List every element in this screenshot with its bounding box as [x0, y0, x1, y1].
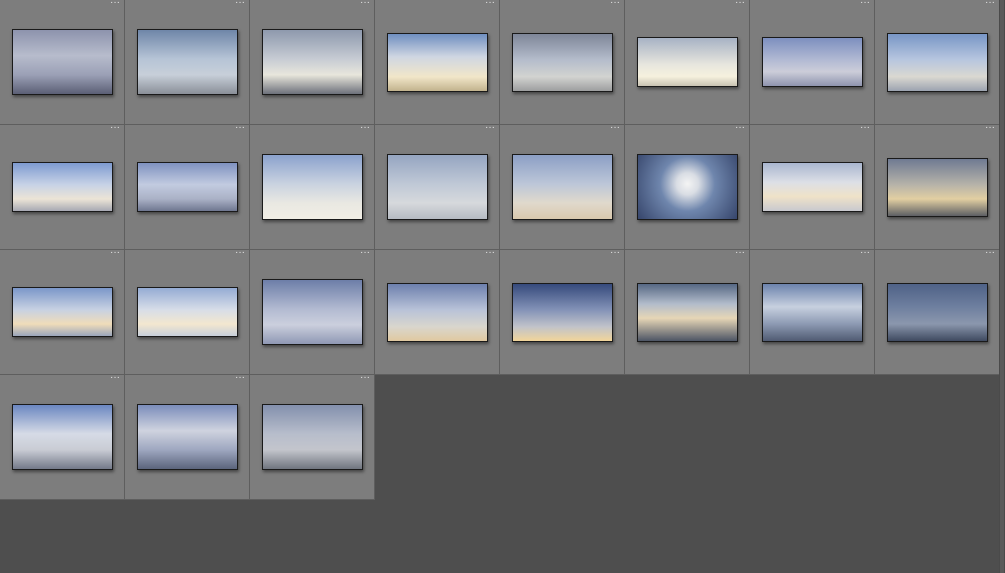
- photo-thumbnail[interactable]: [637, 154, 738, 220]
- grid-cell[interactable]: ···: [250, 123, 375, 250]
- grid-cell[interactable]: ···: [750, 0, 875, 125]
- grid-cell[interactable]: ···: [875, 123, 1000, 250]
- photo-thumbnail[interactable]: [512, 154, 613, 220]
- grid-cell[interactable]: ···: [125, 0, 250, 125]
- more-options-icon[interactable]: ···: [235, 0, 245, 8]
- more-options-icon[interactable]: ···: [610, 123, 620, 133]
- photo-thumbnail[interactable]: [262, 154, 363, 220]
- grid-cell[interactable]: ···: [500, 123, 625, 250]
- photo-thumbnail[interactable]: [137, 404, 238, 470]
- grid-cell[interactable]: ···: [375, 248, 500, 375]
- more-options-icon[interactable]: ···: [735, 123, 745, 133]
- vertical-scrollbar[interactable]: [999, 0, 1005, 573]
- photo-thumbnail[interactable]: [12, 404, 113, 470]
- photo-thumbnail[interactable]: [387, 283, 488, 342]
- photo-thumbnail[interactable]: [512, 33, 613, 92]
- grid-cell[interactable]: ···: [250, 373, 375, 500]
- more-options-icon[interactable]: ···: [610, 248, 620, 258]
- grid-cell[interactable]: ···: [375, 0, 500, 125]
- grid-cell[interactable]: ···: [0, 0, 125, 125]
- more-options-icon[interactable]: ···: [860, 123, 870, 133]
- photo-thumbnail[interactable]: [762, 283, 863, 342]
- scrollbar-thumb[interactable]: [1000, 0, 1004, 573]
- photo-thumbnail[interactable]: [12, 29, 113, 95]
- photo-thumbnail[interactable]: [137, 29, 238, 95]
- more-options-icon[interactable]: ···: [860, 0, 870, 8]
- more-options-icon[interactable]: ···: [235, 123, 245, 133]
- more-options-icon[interactable]: ···: [110, 123, 120, 133]
- more-options-icon[interactable]: ···: [735, 248, 745, 258]
- grid-cell[interactable]: ···: [125, 373, 250, 500]
- grid-cell[interactable]: ···: [875, 248, 1000, 375]
- photo-thumbnail[interactable]: [137, 287, 238, 337]
- more-options-icon[interactable]: ···: [985, 0, 995, 8]
- photo-thumbnail[interactable]: [887, 158, 988, 217]
- more-options-icon[interactable]: ···: [485, 0, 495, 8]
- grid-cell[interactable]: ···: [250, 0, 375, 125]
- more-options-icon[interactable]: ···: [360, 373, 370, 383]
- thumbnail-grid: ··· ··· ··· ··· ··· ··· ··· ··· ··· ··· ··· ··· ··· ·…: [0, 0, 1000, 502]
- more-options-icon[interactable]: ···: [860, 248, 870, 258]
- grid-cell[interactable]: ···: [0, 373, 125, 500]
- more-options-icon[interactable]: ···: [610, 0, 620, 8]
- photo-thumbnail[interactable]: [762, 162, 863, 212]
- grid-cell[interactable]: ···: [500, 0, 625, 125]
- photo-thumbnail[interactable]: [387, 33, 488, 92]
- grid-cell[interactable]: ···: [125, 123, 250, 250]
- grid-cell[interactable]: ···: [0, 123, 125, 250]
- grid-cell[interactable]: ···: [750, 123, 875, 250]
- grid-cell[interactable]: ···: [0, 248, 125, 375]
- more-options-icon[interactable]: ···: [360, 123, 370, 133]
- more-options-icon[interactable]: ···: [985, 123, 995, 133]
- photo-thumbnail[interactable]: [887, 283, 988, 342]
- more-options-icon[interactable]: ···: [110, 248, 120, 258]
- more-options-icon[interactable]: ···: [235, 373, 245, 383]
- more-options-icon[interactable]: ···: [235, 248, 245, 258]
- photo-thumbnail[interactable]: [637, 283, 738, 342]
- photo-thumbnail[interactable]: [387, 154, 488, 220]
- grid-cell[interactable]: ···: [750, 248, 875, 375]
- photo-thumbnail[interactable]: [762, 37, 863, 87]
- grid-cell[interactable]: ···: [125, 248, 250, 375]
- photo-thumbnail[interactable]: [262, 29, 363, 95]
- grid-cell[interactable]: ···: [875, 0, 1000, 125]
- grid-cell[interactable]: ···: [625, 248, 750, 375]
- photo-thumbnail[interactable]: [887, 33, 988, 92]
- grid-cell[interactable]: ···: [500, 248, 625, 375]
- more-options-icon[interactable]: ···: [485, 248, 495, 258]
- grid-cell[interactable]: ···: [625, 0, 750, 125]
- more-options-icon[interactable]: ···: [985, 248, 995, 258]
- photo-thumbnail[interactable]: [137, 162, 238, 212]
- more-options-icon[interactable]: ···: [735, 0, 745, 8]
- more-options-icon[interactable]: ···: [485, 123, 495, 133]
- grid-cell[interactable]: ···: [625, 123, 750, 250]
- photo-thumbnail[interactable]: [12, 162, 113, 212]
- more-options-icon[interactable]: ···: [360, 248, 370, 258]
- photo-thumbnail[interactable]: [637, 37, 738, 87]
- photo-thumbnail[interactable]: [512, 283, 613, 342]
- photo-thumbnail[interactable]: [262, 404, 363, 470]
- grid-cell[interactable]: ···: [375, 123, 500, 250]
- grid-cell[interactable]: ···: [250, 248, 375, 375]
- more-options-icon[interactable]: ···: [110, 0, 120, 8]
- photo-thumbnail[interactable]: [12, 287, 113, 337]
- photo-thumbnail[interactable]: [262, 279, 363, 345]
- more-options-icon[interactable]: ···: [110, 373, 120, 383]
- more-options-icon[interactable]: ···: [360, 0, 370, 8]
